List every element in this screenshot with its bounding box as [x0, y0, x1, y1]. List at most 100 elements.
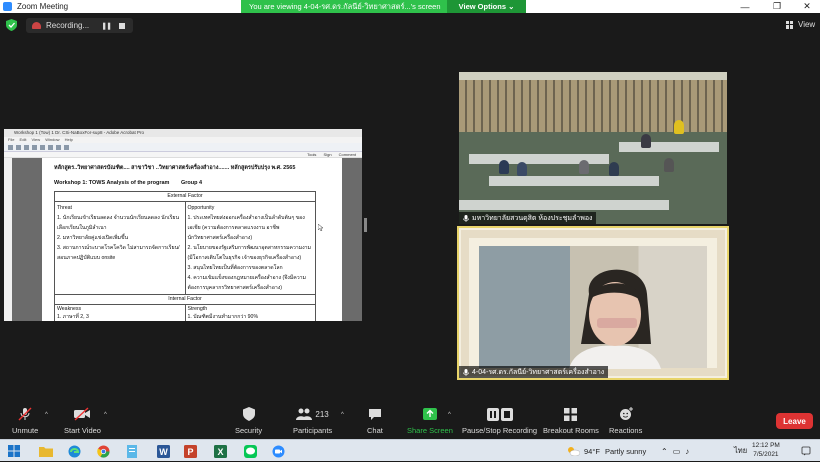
group-label: Group 4 — [180, 180, 203, 186]
share-screen-button[interactable]: Share Screen — [407, 407, 453, 435]
unmute-button[interactable]: Unmute — [12, 407, 38, 435]
room-wall — [459, 72, 727, 132]
opportunity-item: 2. นโยบายของรัฐเสริมการพัฒนาอุตสาหกรรมคว… — [187, 245, 311, 251]
svg-text:P: P — [187, 447, 193, 457]
participant-name: 4-04-รศ.ดร.กัลนีย์-วิทยาศาสตร์เครื่องสำอ… — [472, 368, 605, 376]
windows-start-icon[interactable] — [6, 443, 22, 459]
reactions-button[interactable]: Reactions — [609, 407, 642, 435]
share-screen-label: Share Screen — [407, 426, 453, 435]
opportunity-item: 1. ประเทศไทยส่งออกเครื่องสำอางเป็นลำดับต… — [187, 215, 305, 221]
tows-table: External Factor Threat 1. นักเรียนเข้าเร… — [54, 191, 316, 321]
participants-count: 213 — [315, 409, 329, 419]
meeting-controls: Unmute ^ Start Video ^ Security 213 Part… — [0, 403, 820, 439]
threat-title: Threat — [57, 205, 72, 211]
internal-factor-header: Internal Factor — [54, 294, 316, 305]
room-ceiling — [459, 72, 727, 80]
volume-icon[interactable]: ♪ — [685, 447, 694, 456]
chat-bubble-icon — [368, 408, 381, 420]
opportunity-item: เอเชีย (ความต้องการตลาดแรงงาน อาชีพ — [187, 225, 280, 231]
grid-view-icon — [786, 20, 794, 29]
line-app-icon[interactable] — [242, 443, 258, 459]
excel-icon[interactable]: X — [212, 443, 228, 459]
unmute-label: Unmute — [12, 426, 39, 435]
breakout-rooms-label: Breakout Rooms — [543, 426, 599, 435]
audio-options-caret-icon[interactable]: ^ — [45, 412, 48, 418]
participants-button[interactable]: 213 Participants — [293, 407, 332, 435]
network-icon[interactable]: ▭ — [673, 447, 686, 456]
notification-icon[interactable] — [801, 440, 811, 462]
opportunity-cell: Opportunity 1. ประเทศไทยส่งออกเครื่องสำอ… — [184, 201, 316, 295]
attendee — [641, 134, 651, 148]
mic-muted-icon — [463, 214, 469, 222]
desk-row — [489, 176, 659, 186]
participants-caret-icon[interactable]: ^ — [341, 412, 344, 418]
video-options-caret-icon[interactable]: ^ — [104, 412, 107, 418]
chevron-up-icon[interactable]: ⌃ — [661, 447, 673, 456]
language-indicator[interactable]: ไทย — [734, 440, 747, 462]
attendee — [674, 120, 684, 134]
chat-button[interactable]: Chat — [367, 407, 383, 435]
restore-button[interactable]: ❐ — [762, 0, 792, 13]
threat-item: สอนภาคปฏิบัติแบบ onsite — [57, 255, 116, 261]
taskbar-clock[interactable]: 12:12 PM 7/5/2021 — [752, 441, 780, 459]
threat-item: 1. นักเรียนเข้าเรียนลดลง จำนวนนักเรียนลด… — [57, 215, 179, 221]
stop-recording-icon[interactable] — [119, 22, 125, 29]
file-explorer-icon[interactable] — [38, 443, 54, 459]
powerpoint-icon[interactable]: P — [182, 443, 198, 459]
encryption-shield-icon[interactable] — [6, 19, 17, 31]
attendee — [609, 162, 619, 176]
pause-recording-icon[interactable]: ❚❚ — [101, 22, 112, 30]
view-options-button[interactable]: View Options ⌄ — [447, 0, 526, 13]
smiley-plus-icon — [619, 407, 633, 420]
close-button[interactable]: ✕ — [792, 0, 820, 13]
system-tray-icons[interactable]: ⌃ ▭ ♪ — [661, 440, 694, 462]
video-tile-room[interactable]: มหาวิทยาลัยสวนดุสิต ห้องประชุมลำพอง — [459, 72, 727, 224]
zoom-taskbar-icon[interactable] — [270, 443, 286, 459]
share-screen-icon — [422, 408, 437, 420]
threat-item: 3. สถานการณ์ระบาดโรคโควิด ไม่สามารถจัดกา… — [57, 245, 180, 251]
share-options-caret-icon[interactable]: ^ — [448, 412, 451, 418]
security-label: Security — [235, 426, 263, 435]
cloud-record-icon — [32, 22, 41, 29]
participants-icon — [296, 408, 313, 420]
mic-muted-icon — [463, 368, 469, 376]
speaker-face — [569, 269, 661, 369]
threat-item: เลือกเรียนในภูมิลำเนา — [57, 225, 107, 231]
recording-label: Recording... — [46, 21, 90, 30]
minimize-button[interactable]: — — [730, 0, 760, 13]
weather-description: Partly sunny — [604, 446, 647, 456]
opportunity-item: นักวิทยาศาสตร์เครื่องสำอาง) — [187, 235, 253, 241]
split-view-resize-handle[interactable] — [364, 218, 367, 232]
attendee — [499, 160, 509, 174]
mouse-cursor-icon — [318, 224, 323, 231]
view-button[interactable]: View — [786, 20, 815, 29]
opportunity-item: 4. ความเข้มแข็งของกฎหมายเครื่องสำอาง (จึ… — [187, 275, 306, 281]
workshop-title-text: Workshop 1: TOWS Analysis of the program — [54, 180, 170, 186]
mic-muted-icon — [18, 407, 32, 421]
weakness-title: Weakness — [57, 306, 82, 312]
leave-button[interactable]: Leave — [776, 413, 813, 429]
partly-sunny-icon — [568, 447, 580, 456]
video-off-icon — [74, 407, 91, 421]
pause-stop-recording-button[interactable]: Pause/Stop Recording — [462, 407, 537, 435]
acrobat-title-bar: Workshop 1 (Tow) 1 Dr. CSi-NaBoxFor-sup8… — [4, 129, 362, 137]
weakness-item: 1. ภาษาที่ 2, 3 — [57, 314, 89, 320]
participants-label: Participants — [293, 426, 333, 435]
word-icon[interactable]: W — [155, 443, 171, 459]
breakout-rooms-button[interactable]: Breakout Rooms — [543, 407, 599, 435]
weather-widget[interactable]: 94°F Partly sunny — [566, 440, 646, 462]
document-side-panel — [4, 158, 12, 321]
participant-name: มหาวิทยาลัยสวนดุสิต ห้องประชุมลำพอง — [472, 214, 593, 222]
start-video-button[interactable]: Start Video — [64, 407, 101, 435]
threat-item: 2. มหาวิทยาลัยคู่แข่งเปิดเพิ่มขึ้น — [57, 235, 129, 241]
window-title: Zoom Meeting — [17, 2, 69, 11]
edge-browser-icon[interactable] — [66, 443, 82, 459]
notepad-icon[interactable] — [124, 443, 140, 459]
pause-stop-icon — [486, 407, 513, 421]
security-button[interactable]: Security — [235, 407, 262, 435]
reactions-label: Reactions — [609, 426, 643, 435]
recording-button-label: Pause/Stop Recording — [462, 426, 538, 435]
recording-indicator: Recording... ❚❚ — [26, 18, 133, 33]
video-tile-active-speaker[interactable]: 4-04-รศ.ดร.กัลนีย์-วิทยาศาสตร์เครื่องสำอ… — [457, 226, 729, 380]
chrome-browser-icon[interactable] — [95, 443, 111, 459]
